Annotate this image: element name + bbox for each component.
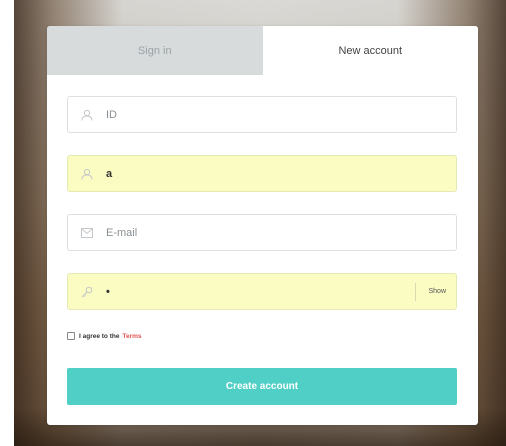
tab-sign-in[interactable]: Sign in: [47, 26, 263, 75]
email-field[interactable]: [67, 214, 457, 251]
id-input[interactable]: [106, 97, 456, 132]
create-account-button[interactable]: Create account: [67, 368, 457, 405]
terms-agreement: I agree to the Terms: [67, 332, 142, 340]
tab-new-account[interactable]: New account: [262, 26, 478, 75]
auth-tabs: Sign in New account: [47, 26, 478, 75]
key-icon: [80, 285, 94, 299]
terms-label: I agree to the: [79, 332, 120, 340]
user-icon: [80, 108, 94, 122]
id-field[interactable]: [67, 96, 457, 133]
user-icon: [80, 167, 94, 181]
password-input[interactable]: [106, 274, 416, 309]
terms-checkbox[interactable]: [67, 332, 75, 340]
password-field[interactable]: Show: [67, 273, 457, 310]
show-password-button[interactable]: Show: [416, 288, 456, 295]
envelope-icon: [80, 226, 94, 240]
name-input[interactable]: [106, 156, 456, 191]
name-field[interactable]: [67, 155, 457, 192]
email-input[interactable]: [106, 215, 456, 250]
signup-card: Sign in New account Show I agree to the: [47, 26, 478, 425]
terms-link[interactable]: Terms: [122, 333, 141, 340]
